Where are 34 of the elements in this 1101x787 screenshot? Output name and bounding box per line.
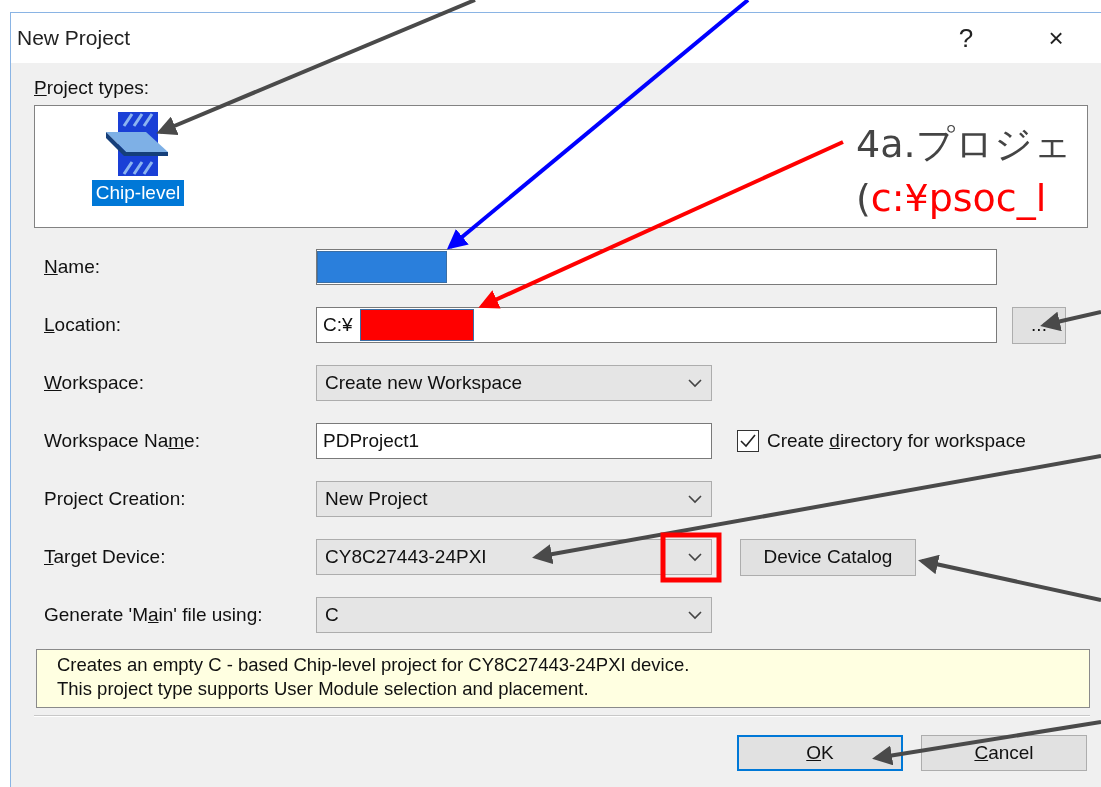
- callout-text: 4a.プロジェ: [856, 121, 1072, 168]
- text-field[interactable]: [316, 249, 997, 285]
- checkbox-label[interactable]: Create directory for workspace: [767, 430, 1026, 452]
- field-label: Location:: [44, 314, 123, 336]
- chevron-down-icon[interactable]: [687, 610, 703, 620]
- chip-icon: [106, 112, 170, 176]
- text-field[interactable]: PDProject1: [316, 423, 712, 459]
- chevron-down-icon[interactable]: [687, 378, 703, 388]
- chevron-down-icon[interactable]: [687, 494, 703, 504]
- chevron-down-icon[interactable]: [687, 552, 703, 562]
- description-text: This project type supports User Module selection and placement.: [57, 677, 590, 701]
- window-title: New Project: [17, 26, 132, 50]
- field-label: Generate 'Main' file using:: [44, 604, 264, 626]
- help-button[interactable]: ?: [941, 22, 991, 54]
- field-label: Workspace:: [44, 372, 145, 394]
- close-button[interactable]: ×: [1031, 22, 1081, 54]
- field-label: Project Creation:: [44, 488, 187, 510]
- field-label: Target Device:: [44, 546, 167, 568]
- device-catalog-button[interactable]: Device Catalog: [740, 538, 916, 576]
- callout-text: (c:¥psoc_l: [856, 175, 1048, 222]
- arrow: [1040, 310, 1101, 332]
- dropdown[interactable]: Create new Workspace: [316, 365, 712, 401]
- checkbox[interactable]: [737, 430, 759, 452]
- ok-button[interactable]: OK: [737, 735, 903, 771]
- description-text: Creates an empty C - based Chip-level project for CY8C27443-24PXI device.: [57, 653, 691, 677]
- dropdown[interactable]: CY8C27443-24PXI: [316, 539, 712, 575]
- section-label: Project types:: [34, 76, 151, 100]
- dropdown[interactable]: C: [316, 597, 712, 633]
- field-label: Workspace Name:: [44, 430, 201, 452]
- project-type-item[interactable]: Chip-level: [91, 180, 185, 206]
- cancel-button[interactable]: Cancel: [921, 735, 1087, 771]
- dropdown[interactable]: New Project: [316, 481, 712, 517]
- text-field[interactable]: C:¥: [316, 307, 997, 343]
- field-label: Name:: [44, 256, 101, 278]
